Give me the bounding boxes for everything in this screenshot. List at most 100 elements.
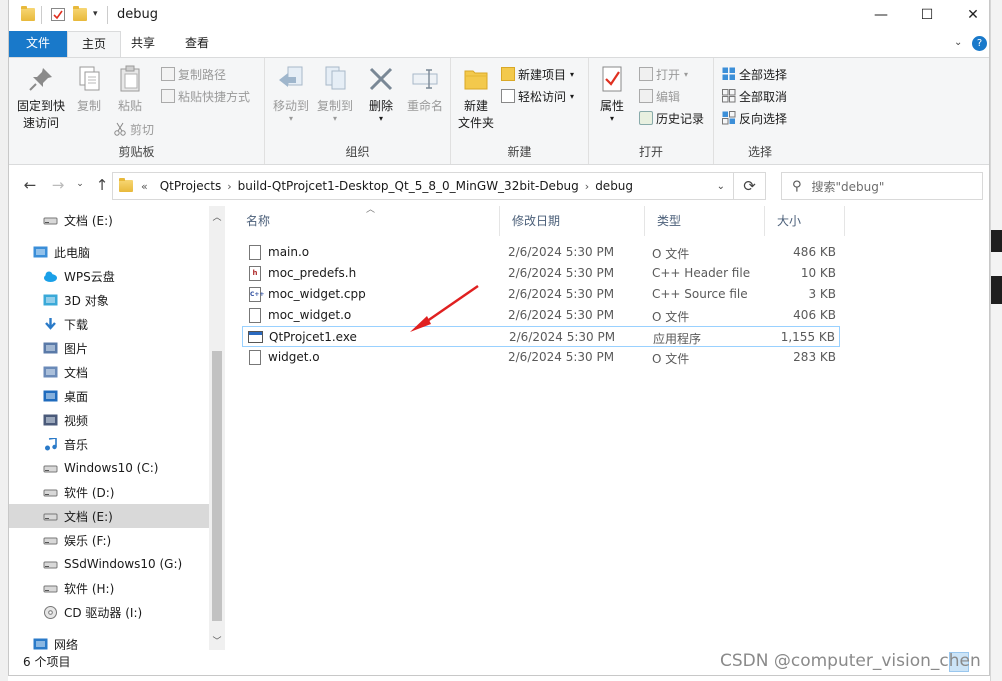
refresh-icon[interactable]: ⟳ bbox=[734, 172, 766, 200]
new-folder-qa-icon[interactable] bbox=[73, 6, 87, 21]
tab-view[interactable]: 查看 bbox=[171, 31, 223, 57]
nav-item[interactable]: 网络 bbox=[9, 632, 209, 650]
paste-shortcut-button[interactable]: 粘贴快捷方式 bbox=[161, 86, 250, 106]
breadcrumb-separator-icon[interactable]: › bbox=[227, 180, 231, 193]
search-box[interactable]: ⚲ 搜索"debug" bbox=[781, 172, 983, 200]
clipboard-group: 固定到快 速访问 复制 粘贴 复制路径 粘贴快捷方式 剪切 剪贴板 bbox=[9, 58, 265, 164]
easy-access-button[interactable]: 轻松访问 ▾ bbox=[501, 86, 574, 106]
properties-icon bbox=[597, 64, 627, 94]
address-overflow[interactable]: « bbox=[141, 180, 148, 193]
nav-item[interactable]: 图片 bbox=[9, 336, 209, 360]
file-size: 283 KB bbox=[793, 350, 836, 364]
nav-item[interactable]: 音乐 bbox=[9, 432, 209, 456]
file-row[interactable]: main.o 2/6/2024 5:30 PM O 文件 486 KB bbox=[242, 242, 840, 263]
nav-item-label: 文档 (E:) bbox=[64, 509, 113, 524]
scrollbar-thumb[interactable] bbox=[212, 351, 222, 621]
file-date: 2/6/2024 5:30 PM bbox=[508, 266, 615, 280]
nav-item[interactable]: SSdWindows10 (G:) bbox=[9, 552, 209, 576]
nav-item[interactable]: 3D 对象 bbox=[9, 288, 209, 312]
nav-item[interactable]: 文档 (E:) bbox=[9, 504, 209, 528]
breadcrumb-qtprojects[interactable]: QtProjects bbox=[160, 179, 221, 193]
help-icon[interactable]: ? bbox=[972, 36, 987, 51]
nav-item[interactable]: 视频 bbox=[9, 408, 209, 432]
properties-button[interactable]: 属性 ▾ bbox=[595, 64, 629, 123]
pin-quick-access-button[interactable]: 固定到快 速访问 bbox=[13, 64, 69, 132]
file-row[interactable]: widget.o 2/6/2024 5:30 PM O 文件 283 KB bbox=[242, 347, 840, 368]
nav-item[interactable]: Windows10 (C:) bbox=[9, 456, 209, 480]
nav-item[interactable]: 文档 bbox=[9, 360, 209, 384]
watermark: CSDN @computer_vision_chen bbox=[720, 651, 981, 671]
history-button[interactable]: 历史记录 bbox=[639, 108, 704, 128]
nav-item[interactable]: 下载 bbox=[9, 312, 209, 336]
breadcrumb-separator-icon[interactable]: › bbox=[585, 180, 589, 193]
new-item-button[interactable]: 新建项目 ▾ bbox=[501, 64, 574, 84]
tab-share[interactable]: 共享 bbox=[117, 31, 169, 57]
file-row[interactable]: QtProjcet1.exe 2/6/2024 5:30 PM 应用程序 1,155 … bbox=[242, 326, 840, 347]
nav-item[interactable]: 软件 (D:) bbox=[9, 480, 209, 504]
breadcrumb-debug[interactable]: debug bbox=[595, 179, 633, 193]
file-type: C++ Source file bbox=[652, 287, 748, 301]
delete-button[interactable]: 删除 ▾ bbox=[363, 64, 399, 123]
new-folder-label-2: 文件夹 bbox=[457, 116, 494, 130]
nav-item[interactable]: WPS云盘 bbox=[9, 264, 209, 288]
copy-path-icon bbox=[161, 67, 175, 81]
forward-arrow-icon[interactable]: → bbox=[47, 176, 69, 194]
nav-item[interactable]: 文档 (E:) bbox=[9, 208, 209, 232]
file-size: 406 KB bbox=[793, 308, 836, 322]
cut-button[interactable]: 剪切 bbox=[113, 119, 154, 139]
cube-icon bbox=[43, 294, 58, 307]
collapse-ribbon-icon[interactable]: ⌄ bbox=[954, 37, 962, 48]
copy-icon bbox=[74, 64, 104, 94]
file-row[interactable]: moc_widget.o 2/6/2024 5:30 PM O 文件 406 KB bbox=[242, 305, 840, 326]
select-all-button[interactable]: 全部选择 bbox=[722, 64, 787, 84]
search-icon: ⚲ bbox=[792, 178, 802, 194]
nav-item[interactable]: 娱乐 (F:) bbox=[9, 528, 209, 552]
column-name[interactable]: 名称 bbox=[234, 206, 500, 236]
back-arrow-icon[interactable]: ← bbox=[19, 176, 41, 194]
paste-button[interactable]: 粘贴 bbox=[110, 64, 150, 115]
new-folder-button[interactable]: 新建 文件夹 bbox=[455, 64, 497, 132]
move-to-button[interactable]: 移动到 ▾ bbox=[269, 64, 313, 123]
invert-selection-button[interactable]: 反向选择 bbox=[722, 108, 787, 128]
open-button[interactable]: 打开 ▾ bbox=[639, 64, 688, 84]
column-type[interactable]: 类型 bbox=[645, 206, 765, 236]
select-none-button[interactable]: 全部取消 bbox=[722, 86, 787, 106]
file-row[interactable]: h moc_predefs.h 2/6/2024 5:30 PM C++ Header… bbox=[242, 263, 840, 284]
properties-qa-icon[interactable] bbox=[51, 8, 65, 21]
cloud-icon bbox=[43, 270, 58, 283]
minimize-button[interactable]: — bbox=[858, 0, 904, 30]
address-dropdown-icon[interactable]: ⌄ bbox=[717, 181, 725, 192]
tab-home[interactable]: 主页 bbox=[67, 31, 122, 57]
source-file-icon: C++ bbox=[249, 287, 264, 302]
column-date[interactable]: 修改日期 bbox=[500, 206, 645, 236]
scroll-down-icon[interactable]: ﹀ bbox=[209, 634, 225, 647]
file-row[interactable]: C++ moc_widget.cpp 2/6/2024 5:30 PM C++ Sou… bbox=[242, 284, 840, 305]
copy-to-button[interactable]: 复制到 ▾ bbox=[313, 64, 357, 123]
customize-qa-dropdown-icon[interactable]: ▾ bbox=[93, 9, 98, 19]
nav-item[interactable]: 桌面 bbox=[9, 384, 209, 408]
rename-icon bbox=[410, 64, 440, 94]
close-button[interactable]: ✕ bbox=[950, 0, 989, 30]
breadcrumb-build[interactable]: build-QtProjcet1-Desktop_Qt_5_8_0_MinGW_… bbox=[238, 179, 579, 193]
rename-label: 重命名 bbox=[406, 99, 443, 113]
scroll-up-icon[interactable]: ︿ bbox=[209, 210, 225, 223]
tab-file[interactable]: 文件 bbox=[9, 31, 67, 57]
up-arrow-icon[interactable]: ↑ bbox=[91, 176, 113, 194]
maximize-button[interactable]: ☐ bbox=[904, 0, 950, 30]
nav-item[interactable]: 此电脑 bbox=[9, 240, 209, 264]
edit-button[interactable]: 编辑 bbox=[639, 86, 680, 106]
address-bar[interactable]: « QtProjects › build-QtProjcet1-Desktop_… bbox=[112, 172, 734, 200]
nav-pane-scrollbar[interactable]: ︿ ﹀ bbox=[209, 206, 225, 650]
rename-button[interactable]: 重命名 bbox=[403, 64, 447, 115]
search-placeholder: 搜索"debug" bbox=[811, 179, 885, 194]
nav-item[interactable]: CD 驱动器 (I:) bbox=[9, 600, 209, 624]
navigation-bar: ← → ⌄ ↑ « QtProjects › build-QtProjcet1-… bbox=[9, 166, 989, 206]
recent-locations-chevron-icon[interactable]: ⌄ bbox=[69, 179, 91, 189]
open-icon bbox=[639, 67, 653, 81]
copy-path-button[interactable]: 复制路径 bbox=[161, 64, 226, 84]
copy-button[interactable]: 复制 bbox=[69, 64, 109, 115]
nav-item[interactable]: 软件 (H:) bbox=[9, 576, 209, 600]
drive-icon bbox=[43, 486, 58, 499]
column-size[interactable]: 大小 bbox=[765, 206, 845, 236]
nav-item-label: 下载 bbox=[64, 317, 89, 332]
